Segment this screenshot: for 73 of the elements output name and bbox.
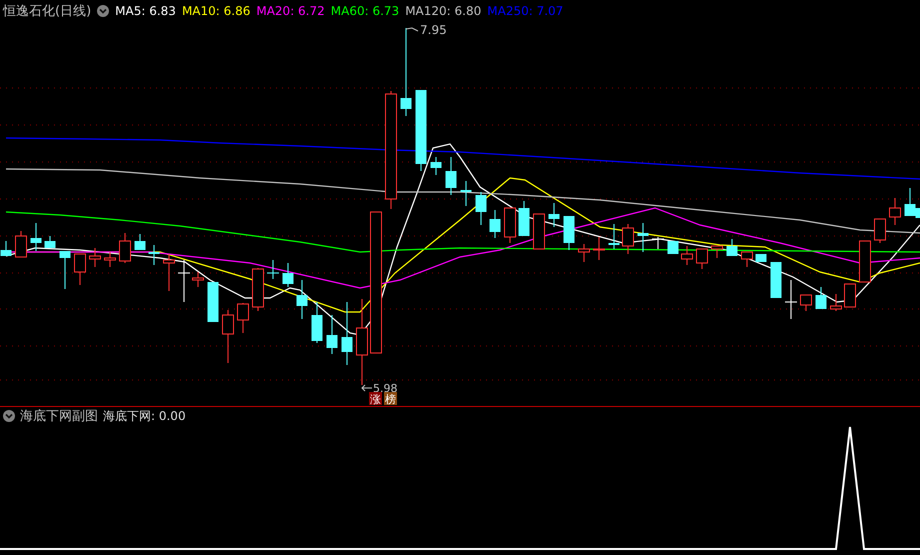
- moving-average-value: MA5: 6.83: [115, 4, 176, 18]
- candlestick: [266, 260, 280, 280]
- candlestick: [326, 314, 338, 354]
- moving-average-value: MA60: 6.73: [330, 4, 400, 18]
- candlestick: [446, 156, 456, 196]
- candlestick: [830, 294, 842, 312]
- candlestick: [60, 250, 70, 290]
- candlestick: [770, 262, 782, 298]
- indicator-value: 海底下网: 0.00: [103, 408, 186, 424]
- candlestick: [681, 246, 693, 266]
- candlestick: [518, 200, 530, 236]
- candlestick: [668, 240, 678, 254]
- candlestick: [74, 254, 86, 286]
- rank-badge: 涨: [369, 392, 382, 406]
- candlestick: [89, 248, 101, 268]
- candlestick: [726, 238, 738, 256]
- candlestick: [844, 284, 856, 308]
- candlestick: [15, 230, 27, 258]
- candlestick: [608, 224, 620, 250]
- candlestick: [638, 222, 648, 252]
- low-price-label: 5.98: [373, 382, 398, 395]
- candlestick: [504, 208, 516, 244]
- candlestick: [652, 236, 664, 250]
- candlestick: [859, 240, 871, 282]
- moving-average-value: MA10: 6.86: [182, 4, 250, 18]
- dropdown-icon[interactable]: [97, 5, 110, 17]
- candlestick: [711, 246, 723, 258]
- candlestick: [119, 232, 131, 264]
- candlestick: [874, 218, 886, 244]
- candlestick: [816, 286, 826, 310]
- candlestick: [252, 268, 264, 312]
- candlestick: [312, 302, 322, 344]
- candlestick: [476, 192, 486, 226]
- candlestick: [784, 280, 798, 320]
- candlestick: [490, 210, 500, 238]
- candlestick: [593, 236, 605, 260]
- candlestick: [148, 244, 160, 266]
- leader-line: [406, 27, 418, 32]
- candlestick: [134, 234, 146, 250]
- candlestick: [342, 302, 352, 366]
- candlestick: [0, 240, 12, 256]
- candlestick: [163, 254, 175, 292]
- moving-average-value: MA20: 6.72: [256, 4, 325, 18]
- candlestick: [889, 198, 901, 226]
- moving-average-value: MA120: 6.80: [405, 4, 482, 18]
- chart-title: 恒逸石化(日线): [3, 3, 92, 20]
- candlestick: [756, 254, 766, 262]
- indicator-title: 海底下网副图: [20, 408, 98, 425]
- candlestick: [282, 262, 294, 288]
- candlestick: [30, 222, 42, 252]
- candlestick: [741, 252, 753, 268]
- candlestick: [222, 310, 234, 364]
- candlestick: [44, 236, 56, 248]
- candlestick: [696, 248, 708, 270]
- candlestick: [178, 260, 190, 302]
- leader-line: [361, 384, 372, 392]
- candlestick: [208, 282, 218, 322]
- moving-average-value: MA250: 7.07: [487, 4, 564, 18]
- candlestick: [430, 156, 442, 176]
- candlestick: [622, 224, 634, 254]
- candlestick: [104, 252, 116, 268]
- candlestick: [460, 180, 472, 206]
- dropdown-icon[interactable]: [3, 410, 15, 422]
- candlestick: [237, 302, 249, 334]
- candlestick: [578, 244, 590, 262]
- candlestick: [192, 272, 204, 288]
- candlestick: [548, 202, 560, 228]
- rank-badge: 榜: [384, 392, 397, 406]
- candlestick: [533, 214, 545, 250]
- high-price-label: 7.95: [420, 23, 447, 37]
- candlestick: [800, 294, 812, 312]
- candlestick: [564, 216, 574, 250]
- candlestick: [296, 280, 308, 320]
